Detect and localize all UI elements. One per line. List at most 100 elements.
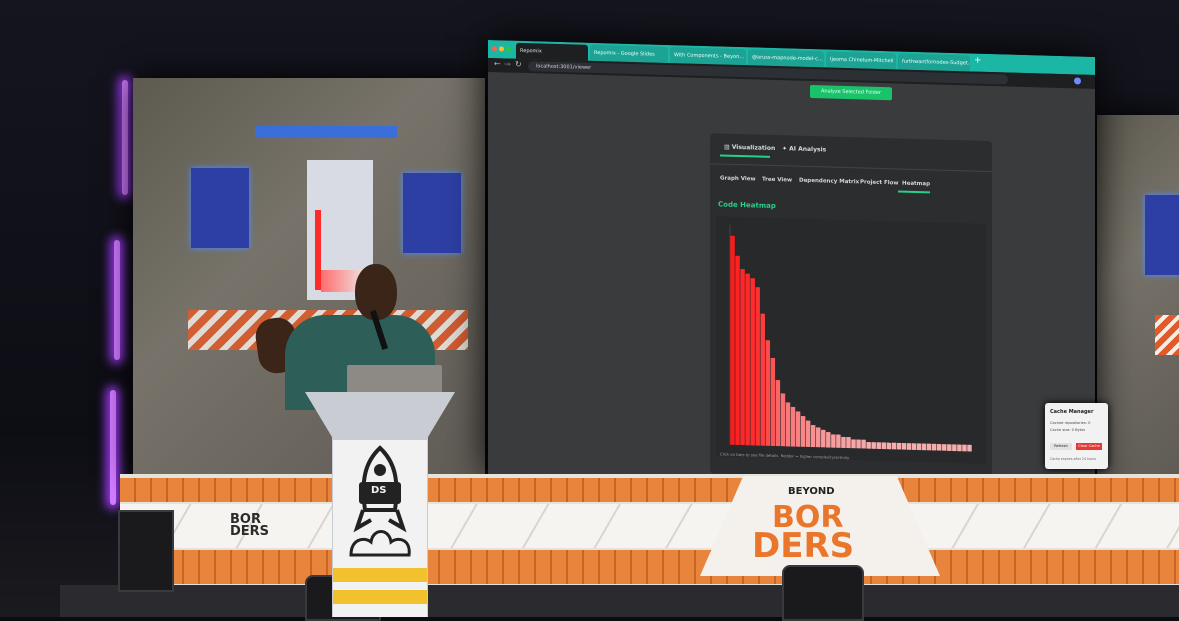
subtab-dependency-matrix[interactable]: Dependency Matrix [799, 178, 859, 186]
cache-manager-panel: Cache Manager Cached repositories: 0 Cac… [1045, 403, 1108, 469]
heatmap-bar[interactable] [836, 434, 841, 448]
logo-beyond: BEYOND [788, 486, 835, 497]
tab-ai-analysis-label: AI Analysis [789, 145, 827, 154]
stage-light-strip [114, 240, 120, 360]
browser-tab[interactable]: furthwantfornodes-Sudget… [898, 53, 970, 72]
heatmap-bar[interactable] [896, 442, 902, 450]
visualization-card: ▥ Visualization ✦ AI Analysis Graph View… [710, 133, 992, 482]
heatmap-bar[interactable] [952, 444, 957, 452]
heatmap-bar[interactable] [856, 439, 861, 449]
cache-size: Cache size: 0 Bytes [1050, 428, 1086, 432]
forward-icon[interactable]: → [504, 59, 511, 68]
browser-tab[interactable]: Repomix [516, 42, 588, 61]
laptop [347, 365, 442, 393]
heatmap-bar[interactable] [831, 434, 836, 448]
back-icon[interactable]: ← [494, 59, 501, 68]
heatmap-bar[interactable] [841, 436, 846, 448]
heatmap-bar[interactable] [931, 443, 937, 451]
subtab-project-flow[interactable]: Project Flow [860, 179, 898, 186]
cache-count: Cached repositories: 0 [1050, 421, 1091, 425]
heatmap-bar[interactable] [795, 411, 801, 447]
mirror-panel [191, 168, 249, 248]
heatmap-bar[interactable] [906, 443, 912, 450]
heatmap-bar[interactable] [937, 443, 942, 451]
active-tab-underline [720, 154, 770, 158]
heatmap-bar[interactable] [871, 442, 876, 449]
heatmap-bar[interactable] [921, 443, 927, 451]
flight-case [118, 510, 174, 592]
floor-stripe [120, 478, 1179, 502]
heatmap-chart [716, 216, 986, 464]
minimize-window-icon[interactable] [499, 46, 504, 52]
heatmap-bar[interactable] [911, 443, 917, 450]
heatmap-bar[interactable] [790, 406, 796, 447]
heatmap-bar[interactable] [881, 442, 886, 450]
heatmap-bar[interactable] [962, 444, 967, 452]
heatmap-bar[interactable] [901, 442, 907, 450]
new-tab-icon[interactable]: + [974, 56, 982, 66]
heatmap-bar[interactable] [916, 443, 922, 451]
divider [710, 163, 992, 173]
app-page: Analyze Selected Folder ▥ Visualization … [488, 72, 1095, 491]
subtab-tree-view[interactable]: Tree View [762, 177, 792, 184]
right-side-screen [1097, 115, 1179, 475]
heatmap-bar[interactable] [861, 439, 866, 449]
podium-logo-text: DS [371, 485, 387, 496]
main-screen: Repomix Repomix - Google Slides With Com… [488, 40, 1095, 491]
heatmap-bar[interactable] [821, 429, 826, 448]
heatmap-bar[interactable] [765, 340, 771, 446]
tab-visualization-label: Visualization [731, 143, 776, 153]
heatmap-bar[interactable] [740, 269, 745, 446]
maximize-window-icon[interactable] [506, 46, 511, 52]
tab-visualization[interactable]: ▥ Visualization [724, 144, 775, 152]
heatmap-bar[interactable] [876, 442, 881, 449]
heatmap-bar[interactable] [866, 441, 871, 449]
heatmap-bar[interactable] [745, 273, 750, 446]
mirror-browser-bar [255, 126, 397, 138]
heatmap-bar[interactable] [947, 444, 952, 451]
cache-manager-title: Cache Manager [1050, 409, 1094, 415]
stage-light-strip [110, 390, 116, 505]
tab-ai-analysis[interactable]: ✦ AI Analysis [782, 145, 826, 153]
refresh-button[interactable]: Refresh [1050, 443, 1072, 450]
heatmap-svg [729, 224, 972, 452]
heatmap-bar[interactable] [760, 313, 765, 446]
floor-logo-small-bottom: DERS [230, 524, 270, 539]
heatmap-bar[interactable] [942, 444, 947, 451]
heatmap-bar[interactable] [886, 442, 892, 450]
heatmap-bar[interactable] [735, 255, 740, 446]
clear-cache-button[interactable]: Clear Cache [1076, 443, 1102, 450]
heatmap-bar[interactable] [805, 420, 811, 448]
heatmap-bar[interactable] [957, 444, 962, 452]
reload-icon[interactable]: ↻ [515, 60, 522, 69]
stage-light-strip [122, 80, 128, 195]
heatmap-bar[interactable] [730, 235, 735, 445]
heatmap-bar[interactable] [816, 427, 821, 448]
stage-light-fixture [782, 565, 864, 621]
browser-tab[interactable]: Ijeoma Chinelum-Mitchell [826, 51, 896, 70]
heatmap-bar[interactable] [800, 415, 806, 447]
heatmap-bar[interactable] [785, 402, 791, 447]
subtab-heatmap[interactable]: Heatmap [902, 181, 930, 188]
heatmap-bar[interactable] [770, 357, 776, 447]
analyze-folder-button[interactable]: Analyze Selected Folder [810, 84, 892, 101]
heatmap-bar[interactable] [926, 443, 932, 451]
close-window-icon[interactable] [492, 46, 497, 52]
heatmap-bar[interactable] [967, 444, 972, 452]
heatmap-bar[interactable] [891, 442, 897, 450]
mirror-panel [403, 173, 461, 253]
heatmap-bar[interactable] [851, 439, 856, 449]
heatmap-bar[interactable] [780, 393, 786, 447]
heatmap-title: Code Heatmap [718, 200, 776, 211]
heatmap-bar[interactable] [846, 437, 851, 449]
heatmap-bar[interactable] [810, 425, 816, 448]
heatmap-bar[interactable] [755, 287, 760, 446]
heatmap-bar[interactable] [775, 380, 781, 447]
subtab-graph-view[interactable]: Graph View [720, 175, 756, 182]
logo-ders: DERS [752, 526, 855, 566]
rocket-logo-icon [333, 445, 427, 604]
heatmap-bar[interactable] [750, 278, 755, 446]
profile-avatar[interactable] [1074, 77, 1081, 85]
heatmap-bar[interactable] [826, 432, 831, 448]
active-subtab-underline [898, 190, 930, 193]
